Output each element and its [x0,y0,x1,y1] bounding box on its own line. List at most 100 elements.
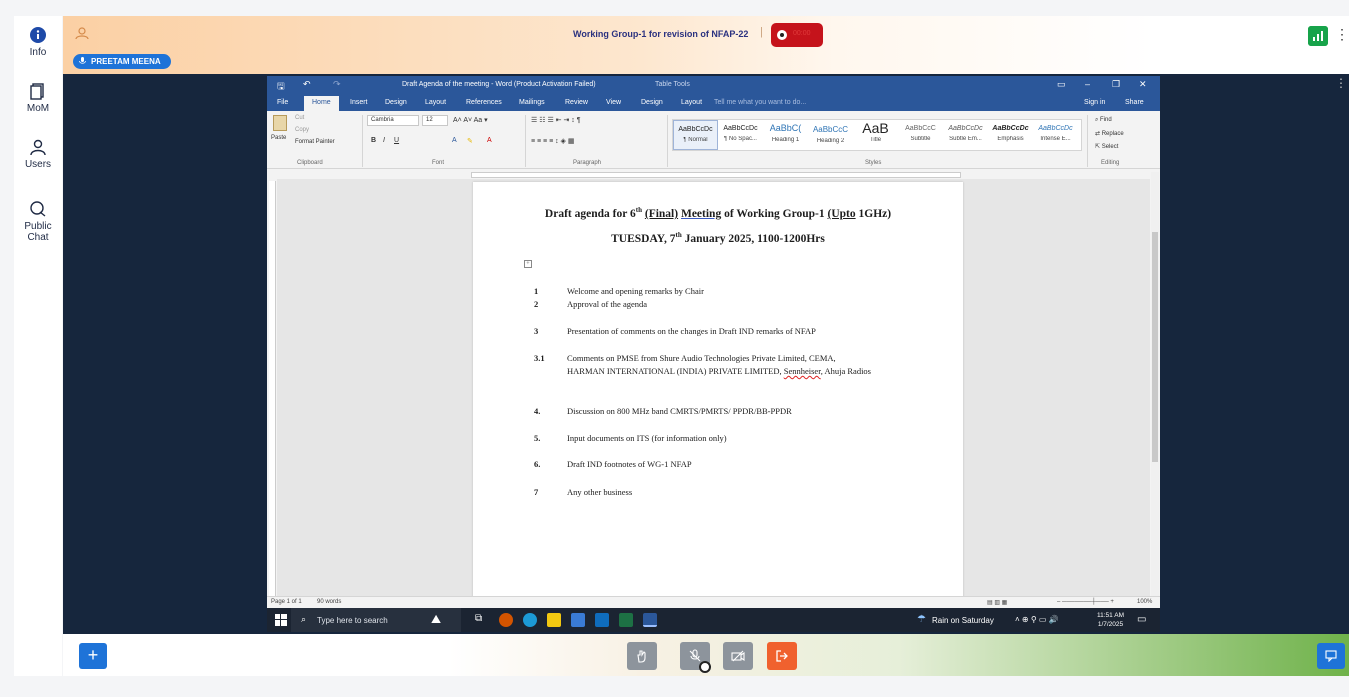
edge-icon[interactable] [523,613,537,627]
copy-button[interactable]: Copy [295,127,309,133]
copilot-icon[interactable] [499,613,513,627]
share-button[interactable]: Share [1125,99,1144,106]
taskbar-clock[interactable]: 11:51 AM 1/7/2025 [1097,611,1124,629]
rail-item-mom[interactable]: MoM [14,82,62,114]
tab-insert[interactable]: Insert [350,99,368,106]
taskbar-search-box[interactable]: ⌕ Type here to search ⛰ [291,608,461,632]
tab-table-layout[interactable]: Layout [681,99,702,106]
system-tray-icons[interactable]: ˄ ⊕ ⚲ ▭ 🔊 [1015,615,1059,624]
tab-file[interactable]: File [277,99,288,106]
more-options-icon[interactable]: ⋮ [1335,26,1349,43]
tab-view[interactable]: View [606,99,621,106]
weather-text[interactable]: Rain on Saturday [932,616,994,625]
excel-icon[interactable] [619,613,633,627]
grow-font-icon[interactable]: A˄ A˅ Aa ▾ [453,116,488,124]
item-number: 2 [534,299,539,309]
ribbon-tabs: File Home Insert Design Layout Reference… [267,94,1160,111]
windows-start-icon[interactable] [275,614,287,626]
ribbon-display-icon[interactable]: ▭ [1057,79,1066,90]
close-icon[interactable]: ✕ [1139,79,1147,90]
user-icon[interactable] [75,26,89,40]
font-size-select[interactable]: 12 [422,115,448,126]
connection-signal-icon[interactable] [1308,26,1328,46]
tell-me-box[interactable]: Tell me what you want to do... [714,99,806,106]
zoom-slider[interactable]: – ───────┼─── + [1057,599,1114,605]
tab-mailings[interactable]: Mailings [519,99,545,106]
style-heading-1[interactable]: AaBbC(Heading 1 [763,120,808,150]
restore-icon[interactable]: ❐ [1112,79,1120,90]
add-button[interactable]: + [79,643,107,669]
mute-microphone-button[interactable] [680,642,711,673]
tab-home[interactable]: Home [304,96,339,111]
rail-item-info[interactable]: Info [14,26,62,58]
outlook-icon[interactable] [595,613,609,627]
style-preview: AaBbCcC [905,125,936,132]
highlight-icon[interactable]: ✎ [467,137,473,145]
tab-review[interactable]: Review [565,99,588,106]
leave-meeting-button[interactable] [767,642,797,670]
tab-table-design[interactable]: Design [641,99,663,106]
redo-icon[interactable]: ↷ [333,79,341,90]
style-subtle-emphasis[interactable]: AaBbCcDc Subtle Em... [943,120,988,150]
font-color-icon[interactable]: A [487,137,492,144]
style-title[interactable]: AaB Title [853,120,898,150]
record-icon [777,30,787,40]
underline-icon[interactable]: U [394,137,399,144]
divider [362,115,363,167]
font-name-select[interactable]: Cambria [367,115,419,126]
undo-icon[interactable]: ↶ [303,79,311,90]
record-button[interactable]: 00:00 [771,23,823,47]
style-heading-2[interactable]: AaBbCcC Heading 2 [808,120,853,150]
tab-layout[interactable]: Layout [425,99,446,106]
replace-button[interactable]: ⇄ Replace [1095,130,1124,137]
style-no-spacing[interactable]: AaBbCcDc ¶ No Spac... [718,120,763,150]
file-explorer-icon[interactable] [547,613,561,627]
rail-item-public-chat[interactable]: Public Chat [14,200,62,243]
tab-references[interactable]: References [466,99,502,106]
page-count[interactable]: Page 1 of 1 [271,599,302,605]
word-icon[interactable] [643,613,657,627]
chat-toggle-button[interactable] [1317,643,1345,669]
item-text: Draft IND footnotes of WG-1 NFAP [567,459,692,469]
bold-icon[interactable]: B [371,137,376,144]
view-buttons-icon[interactable]: ▤ ▥ ▦ [987,599,1007,606]
scroll-thumb[interactable] [1152,232,1158,462]
horizontal-ruler[interactable] [471,172,961,178]
raise-hand-button[interactable] [627,642,657,670]
style-intense-emphasis[interactable]: AaBbCcDc Intense E... [1033,120,1078,150]
rail-item-users[interactable]: Users [14,138,62,170]
style-name: Subtle Em... [949,136,982,142]
style-emphasis[interactable]: AaBbCcDc Emphasis [988,120,1033,150]
style-subtitle[interactable]: AaBbCcC Subtitle [898,120,943,150]
vertical-ruler[interactable] [269,181,276,596]
save-icon[interactable]: 🖫 [277,79,285,95]
meeting-title: Working Group-1 for revision of NFAP-22 [573,29,749,39]
format-painter-button[interactable]: Format Painter [295,139,335,145]
more-options-icon[interactable]: ⋮ [1335,76,1347,90]
sign-in-link[interactable]: Sign in [1084,99,1105,106]
document-page[interactable]: Draft agenda for 6th (Final) Meeting of … [473,182,963,597]
zoom-level[interactable]: 100% [1137,599,1152,605]
find-button[interactable]: ⌕ Find [1095,117,1112,124]
camera-off-button[interactable] [723,642,753,670]
text-effects-icon[interactable]: A [452,137,457,144]
left-rail: Info MoM Users Public Chat [14,16,62,676]
exit-icon [776,650,788,662]
word-count[interactable]: 90 words [317,599,341,605]
minimize-icon[interactable]: – [1085,79,1090,89]
notification-icon[interactable]: ▭ [1137,614,1146,625]
select-button[interactable]: ⇱ Select [1095,143,1118,150]
align-icon[interactable]: ≡ ≡ ≡ ≡ ↕ ◈ ▦ [531,137,575,145]
title-text: of Working Group-1 [721,207,828,220]
tab-design[interactable]: Design [385,99,407,106]
paste-button[interactable]: Paste [271,135,286,141]
paste-icon[interactable] [273,115,287,131]
bullets-icon[interactable]: ☰ ☷ ☰ ⇤ ⇥ ↕ ¶ [531,116,581,124]
style-normal[interactable]: AaBbCcDc ¶ Normal [673,120,718,150]
task-view-icon[interactable]: ⧉ [475,613,489,627]
store-icon[interactable] [571,613,585,627]
vertical-scrollbar[interactable] [1151,172,1159,597]
table-move-handle[interactable]: + [524,260,532,268]
cut-button[interactable]: Cut [295,115,304,121]
italic-icon[interactable]: I [383,137,385,144]
